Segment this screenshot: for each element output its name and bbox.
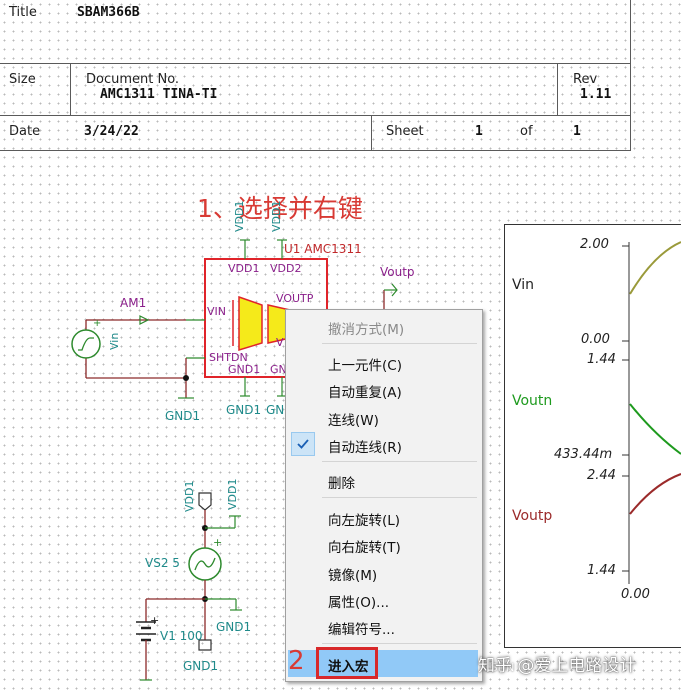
scope-ch3-max: 2.44: [587, 468, 616, 483]
scope-ch2-name: Voutn: [512, 393, 553, 409]
menu-separator: [322, 497, 477, 498]
am1-label: AM1: [120, 296, 147, 310]
menu-item-label: 自动连线(R): [328, 440, 402, 456]
gnd1-label-c: GN: [266, 403, 285, 417]
supply-section: + +: [136, 492, 242, 681]
vin-source-label: Vin: [108, 332, 121, 350]
menu-item-edit-symbol[interactable]: 编辑符号...: [288, 614, 478, 638]
gnd1-label-b: GND1: [226, 403, 262, 417]
context-menu[interactable]: 撤消方式(M) 上一元件(C) 自动重复(A) 连线(W) 自动连线(R) 删除…: [285, 309, 483, 682]
svg-text:+: +: [93, 318, 101, 329]
menu-item-previous-component[interactable]: 上一元件(C): [288, 350, 478, 374]
pin-voutn: V: [276, 336, 284, 349]
v1-label: V1 100: [160, 629, 203, 643]
menu-item-label: 自动重复(A): [328, 385, 402, 401]
menu-item-auto-wire[interactable]: 自动连线(R): [288, 432, 478, 456]
menu-item-label: 向左旋转(L): [328, 513, 401, 529]
scope-ch2-max: 1.44: [587, 352, 616, 367]
menu-separator: [322, 343, 477, 344]
vdd1-top-label: VDD1: [233, 200, 246, 232]
gnd1-label-a: GND1: [165, 409, 201, 423]
scope-ch1-max: 2.00: [580, 237, 609, 252]
scope-x-start: 0.00: [621, 587, 650, 602]
menu-item-undo-mode[interactable]: 撤消方式(M): [288, 314, 478, 338]
menu-item-label: 上一元件(C): [328, 358, 402, 374]
svg-text:+: +: [150, 614, 159, 627]
pin-vdd2: VDD2: [270, 262, 302, 275]
menu-item-label: 属性(O)...: [328, 595, 390, 611]
menu-separator: [322, 461, 477, 462]
vs2-label: VS2 5: [145, 556, 180, 570]
menu-item-delete[interactable]: 删除: [288, 468, 478, 492]
vdd1-label-b1: VDD1: [183, 480, 196, 512]
menu-item-rotate-right[interactable]: 向右旋转(T): [288, 532, 478, 556]
u1-label: U1 AMC1311: [284, 242, 362, 256]
menu-item-rotate-left[interactable]: 向左旋转(L): [288, 505, 478, 529]
watermark: 知乎 @爱上电路设计: [478, 656, 637, 676]
menu-item-label: 删除: [328, 476, 355, 492]
menu-item-label: 编辑符号...: [328, 622, 395, 638]
pin-vdd1: VDD1: [228, 262, 260, 275]
checkmark-icon: [291, 432, 315, 456]
vdd1-label-b2: VDD1: [226, 478, 239, 510]
menu-item-label: 向右旋转(T): [328, 540, 401, 556]
pin-vin: VIN: [207, 305, 226, 318]
scope-ch3-min: 1.44: [587, 563, 616, 578]
menu-item-label: 撤消方式(M): [328, 322, 405, 338]
input-wiring: +: [71, 315, 194, 399]
menu-item-auto-repeat[interactable]: 自动重复(A): [288, 377, 478, 401]
pin-voutp: VOUTP: [276, 292, 314, 305]
menu-item-mirror[interactable]: 镜像(M): [288, 560, 478, 584]
step2-annotation: 2: [288, 646, 305, 676]
scope-ch1-min: 0.00: [581, 332, 610, 347]
highlight-box: [316, 647, 378, 679]
voutp-net-label: Voutp: [380, 265, 415, 279]
svg-text:+: +: [213, 536, 222, 549]
scope-ch1-name: Vin: [512, 277, 535, 293]
gnd1-label-d: GND1: [216, 620, 252, 634]
menu-item-wire[interactable]: 连线(W): [288, 405, 478, 429]
scope-ch3-name: Voutp: [512, 508, 553, 524]
menu-item-label: 连线(W): [328, 413, 379, 429]
scope-ch2-min: 433.44m: [554, 447, 613, 462]
vdd1-top2-label: VDD1: [270, 200, 283, 232]
menu-item-label: 镜像(M): [328, 568, 378, 584]
menu-separator: [322, 643, 477, 644]
menu-item-properties[interactable]: 属性(O)...: [288, 587, 478, 611]
gnd1-label-e: GND1: [183, 659, 219, 673]
pin-gnd1: GND1: [228, 363, 261, 376]
